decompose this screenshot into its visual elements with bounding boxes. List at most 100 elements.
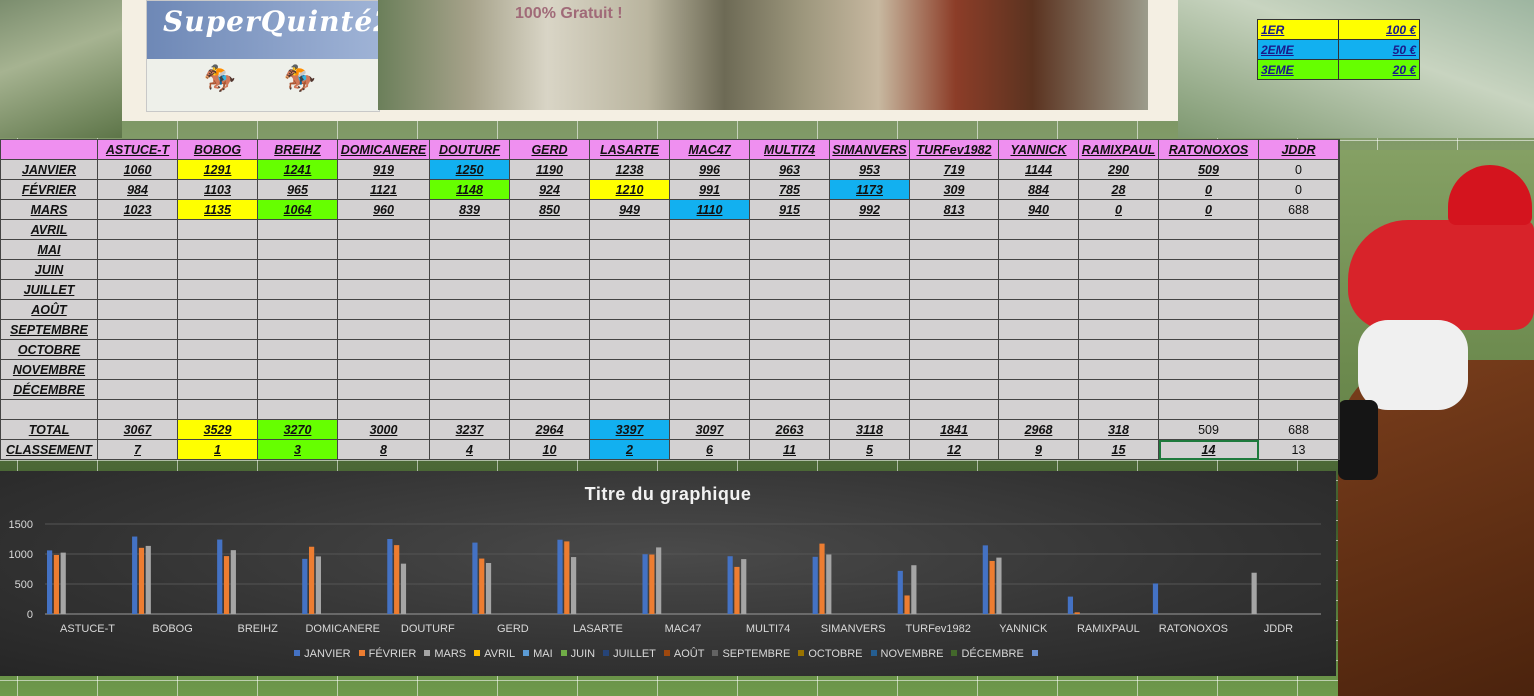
- score-cell[interactable]: 0: [1158, 179, 1259, 200]
- score-cell[interactable]: [1158, 379, 1259, 400]
- score-cell[interactable]: [669, 259, 750, 280]
- score-cell[interactable]: 509: [1158, 159, 1259, 180]
- score-cell[interactable]: 1238: [589, 159, 670, 180]
- score-cell[interactable]: 884: [998, 179, 1079, 200]
- score-cell[interactable]: [97, 379, 178, 400]
- score-cell[interactable]: [1258, 359, 1339, 380]
- score-cell[interactable]: [257, 299, 338, 320]
- empty-cell[interactable]: [509, 399, 590, 420]
- score-cell[interactable]: [1078, 259, 1159, 280]
- empty-cell[interactable]: [1338, 279, 1340, 300]
- player-header[interactable]: SIMANVERS: [829, 139, 910, 160]
- score-cell[interactable]: [669, 319, 750, 340]
- legend-item[interactable]: SEPTEMBRE: [712, 648, 790, 660]
- empty-cell[interactable]: [1338, 139, 1340, 160]
- score-cell[interactable]: [1078, 319, 1159, 340]
- score-cell[interactable]: [177, 359, 258, 380]
- score-cell[interactable]: [97, 299, 178, 320]
- score-cell[interactable]: [177, 319, 258, 340]
- legend-item[interactable]: AOÛT: [663, 648, 704, 660]
- month-label[interactable]: OCTOBRE: [0, 339, 98, 360]
- empty-cell[interactable]: [998, 399, 1079, 420]
- score-cell[interactable]: [1258, 339, 1339, 360]
- empty-cell[interactable]: [1338, 439, 1340, 460]
- score-cell[interactable]: [1258, 379, 1339, 400]
- legend-item[interactable]: NOVEMBRE: [870, 648, 943, 660]
- score-cell[interactable]: [509, 339, 590, 360]
- score-cell[interactable]: [909, 379, 999, 400]
- score-cell[interactable]: [1078, 379, 1159, 400]
- score-cell[interactable]: [1078, 239, 1159, 260]
- month-label[interactable]: FÉVRIER: [0, 179, 98, 200]
- score-cell[interactable]: [909, 299, 999, 320]
- score-cell[interactable]: [337, 239, 430, 260]
- score-cell[interactable]: [829, 359, 910, 380]
- total-cell[interactable]: 3270: [257, 419, 338, 440]
- empty-cell[interactable]: [909, 399, 999, 420]
- month-label[interactable]: SEPTEMBRE: [0, 319, 98, 340]
- score-cell[interactable]: [589, 339, 670, 360]
- rank-cell[interactable]: 11: [749, 439, 830, 460]
- score-cell[interactable]: [257, 359, 338, 380]
- empty-cell[interactable]: [97, 399, 178, 420]
- score-cell[interactable]: [589, 319, 670, 340]
- score-cell[interactable]: [257, 319, 338, 340]
- score-cell[interactable]: 940: [998, 199, 1079, 220]
- score-cell[interactable]: 785: [749, 179, 830, 200]
- score-cell[interactable]: 839: [429, 199, 510, 220]
- empty-cell[interactable]: [1338, 259, 1340, 280]
- total-cell[interactable]: 318: [1078, 419, 1159, 440]
- empty-cell[interactable]: [1338, 179, 1340, 200]
- chart[interactable]: 0 500 1000 1500 ASTUCE-T BOBOG BREIHZ DOMICANER…: [0, 471, 1336, 676]
- score-cell[interactable]: 963: [749, 159, 830, 180]
- score-cell[interactable]: [429, 319, 510, 340]
- rank-cell[interactable]: 14: [1158, 439, 1259, 460]
- score-cell[interactable]: 688: [1258, 199, 1339, 220]
- score-cell[interactable]: [749, 339, 830, 360]
- empty-cell[interactable]: [1338, 299, 1340, 320]
- score-cell[interactable]: [429, 359, 510, 380]
- score-cell[interactable]: 1121: [337, 179, 430, 200]
- total-cell[interactable]: 3118: [829, 419, 910, 440]
- score-cell[interactable]: [1078, 219, 1159, 240]
- empty-cell[interactable]: [177, 399, 258, 420]
- score-cell[interactable]: [998, 359, 1079, 380]
- rank-cell[interactable]: 15: [1078, 439, 1159, 460]
- rank-cell[interactable]: 12: [909, 439, 999, 460]
- rank-cell[interactable]: 1: [177, 439, 258, 460]
- score-cell[interactable]: [909, 359, 999, 380]
- score-cell[interactable]: [998, 339, 1079, 360]
- score-cell[interactable]: [429, 339, 510, 360]
- score-cell[interactable]: [509, 279, 590, 300]
- score-cell[interactable]: [97, 339, 178, 360]
- total-cell[interactable]: 3529: [177, 419, 258, 440]
- empty-cell[interactable]: [337, 399, 430, 420]
- score-cell[interactable]: [829, 219, 910, 240]
- corner-cell[interactable]: [0, 139, 98, 160]
- score-cell[interactable]: [509, 299, 590, 320]
- player-header[interactable]: BREIHZ: [257, 139, 338, 160]
- score-cell[interactable]: 1135: [177, 199, 258, 220]
- total-cell[interactable]: 3237: [429, 419, 510, 440]
- score-cell[interactable]: [1258, 239, 1339, 260]
- score-cell[interactable]: 850: [509, 199, 590, 220]
- prize-label[interactable]: 2EME: [1257, 39, 1339, 60]
- player-header[interactable]: RATONOXOS: [1158, 139, 1259, 160]
- score-cell[interactable]: [909, 279, 999, 300]
- score-cell[interactable]: [1258, 279, 1339, 300]
- score-cell[interactable]: 309: [909, 179, 999, 200]
- score-cell[interactable]: 1241: [257, 159, 338, 180]
- score-cell[interactable]: [1078, 339, 1159, 360]
- legend-item[interactable]: OCTOBRE: [798, 648, 863, 660]
- score-cell[interactable]: [177, 259, 258, 280]
- score-cell[interactable]: [257, 259, 338, 280]
- month-label[interactable]: DÉCEMBRE: [0, 379, 98, 400]
- score-cell[interactable]: [1078, 359, 1159, 380]
- score-cell[interactable]: 1210: [589, 179, 670, 200]
- legend-item[interactable]: AVRIL: [474, 648, 515, 660]
- score-cell[interactable]: [749, 239, 830, 260]
- score-cell[interactable]: [509, 359, 590, 380]
- rank-cell[interactable]: 5: [829, 439, 910, 460]
- empty-cell[interactable]: [1258, 399, 1339, 420]
- score-cell[interactable]: [509, 319, 590, 340]
